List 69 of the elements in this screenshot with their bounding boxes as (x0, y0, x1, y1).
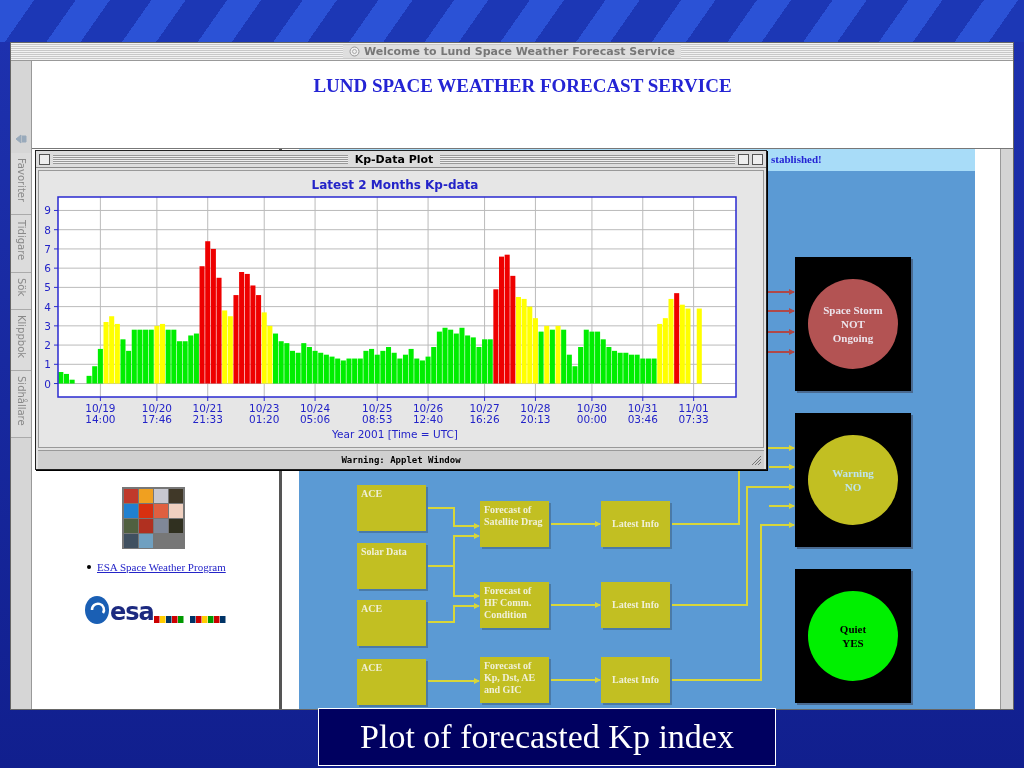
connector-arrow (425, 603, 480, 623)
tick-label: 7 (44, 242, 51, 255)
source-node: ACE (357, 485, 426, 531)
sidebar-tab[interactable]: Favoriter (11, 153, 31, 216)
tick-label: 4 (44, 300, 51, 313)
tick-label: 5 (44, 281, 51, 294)
tick-label: 10/30 00:00 (576, 402, 608, 425)
logo-text: esa (110, 599, 154, 625)
bullet-icon (87, 565, 91, 569)
flag-strip-icon (153, 616, 226, 623)
status-light: Warning NO (808, 435, 898, 525)
tick-label: 6 (44, 262, 51, 275)
forecast-node: Forecast of Satellite Drag (480, 501, 549, 547)
axis-label: Year 2001 [Time = UTC] (332, 428, 458, 440)
tick-label: 10/21 21:33 (192, 402, 223, 425)
connector-arrow (766, 308, 795, 314)
window-title: Welcome to Lund Space Weather Forecast Service (363, 45, 676, 58)
status-text: Warning: Applet Window (341, 455, 461, 465)
tick-label: 10/20 17:46 (141, 402, 172, 425)
connector-arrow (766, 289, 795, 295)
close-box-icon[interactable] (39, 153, 50, 165)
window-title: Kp-Data Plot (353, 152, 435, 166)
sidebar-tab[interactable]: Sidhållare (11, 370, 31, 439)
connector-arrow (425, 507, 480, 529)
notice-text: stablished! (771, 153, 822, 165)
tick-label: 3 (44, 319, 51, 332)
zoom-box-icon[interactable] (738, 153, 749, 165)
source-node: ACE (357, 659, 426, 705)
info-node: Latest Info (601, 582, 670, 628)
info-node: Latest Info (601, 501, 670, 547)
status-light: Space Storm NOT Ongoing (808, 279, 898, 369)
connector-arrow (548, 677, 601, 683)
sidebar-tab[interactable]: Klippbok (11, 309, 31, 371)
sidebar-tab[interactable]: Tidigare (11, 215, 31, 274)
esa-logo-icon (84, 595, 110, 625)
tick-label: 9 (44, 204, 51, 217)
tick-label: 0 (44, 377, 51, 390)
forecast-node: Forecast of HF Comm. Condition (480, 582, 549, 628)
tick-label: 10/27 16:26 (469, 402, 500, 425)
connector-arrow (425, 678, 480, 684)
link[interactable]: ESA Space Weather Program (97, 561, 226, 573)
collapse-icon (14, 133, 28, 145)
tick-label: 10/25 08:53 (362, 402, 393, 425)
connector-arrow (766, 349, 795, 355)
tick-label: 10/19 14:00 (85, 402, 116, 425)
tick-label: 10/28 20:13 (520, 402, 551, 425)
tick-label: 11/01 07:33 (678, 402, 709, 425)
tick-label: 2 (44, 339, 51, 352)
collapse-box-icon[interactable] (752, 153, 763, 165)
slide-caption: Plot of forecasted Kp index (318, 708, 776, 766)
resize-grip-icon (750, 454, 762, 466)
sidebar-tab[interactable]: Sök (11, 273, 31, 310)
tick-label: 10/26 12:40 (412, 402, 444, 425)
connector-arrow (548, 521, 601, 527)
status-light: Quiet YES (808, 591, 898, 681)
source-node: ACE (357, 600, 426, 646)
tick-label: 10/23 01:20 (249, 402, 280, 425)
tick-label: 1 (44, 358, 51, 371)
tick-label: 8 (44, 223, 51, 236)
forecast-node: Forecast of Kp, Dst, AE and GIC (480, 657, 549, 703)
connector-arrow (548, 602, 601, 608)
tick-label: 10/31 03:46 (627, 402, 658, 425)
source-node: Solar Data (357, 543, 426, 589)
globe-icon (348, 46, 360, 57)
chart-title: Latest 2 Months Kp-data (311, 178, 479, 192)
connector-arrow (766, 329, 795, 335)
info-node: Latest Info (601, 657, 670, 703)
tick-label: 10/24 05:06 (299, 402, 331, 425)
page-heading: LUND SPACE WEATHER FORECAST SERVICE (313, 75, 732, 98)
